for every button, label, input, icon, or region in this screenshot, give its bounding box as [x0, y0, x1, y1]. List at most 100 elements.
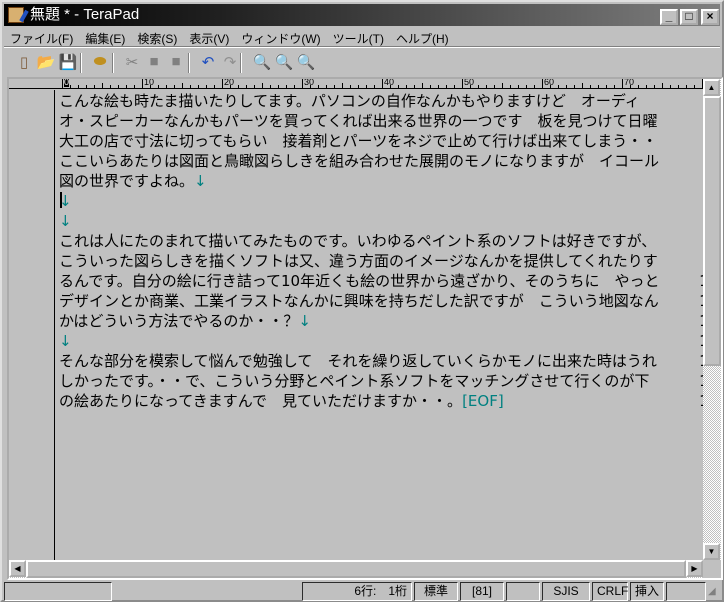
vertical-scrollbar[interactable]: ▲ ▼ — [703, 79, 721, 560]
ruler-tick — [622, 79, 623, 88]
print-icon[interactable]: ⬬ — [90, 53, 110, 73]
menu-item[interactable]: ツール(T) — [327, 27, 390, 47]
scroll-right-button[interactable]: ▶ — [686, 560, 703, 577]
status-newline: CRLF — [592, 582, 628, 601]
ruler-tick — [246, 85, 247, 88]
save-icon[interactable]: 💾 — [58, 53, 78, 73]
text-line[interactable]: 大工の店で寸法に切ってもらい 接着剤とパーツをネジで止めて行けば出来てしまう・・ — [59, 131, 702, 151]
title-bar: 無題 * - TeraPad _ □ × — [4, 4, 720, 26]
ruler-label: 50 — [464, 79, 475, 87]
maximize-button[interactable]: □ — [680, 9, 698, 25]
ruler-tick — [542, 79, 543, 88]
linefeed-icon: ↓ — [59, 332, 72, 350]
ruler-tick — [534, 85, 535, 88]
scroll-down-button[interactable]: ▼ — [703, 543, 720, 560]
terapad-app-icon[interactable] — [8, 7, 24, 23]
ruler-tick — [350, 85, 351, 88]
cut-icon[interactable]: ✂ — [122, 53, 142, 73]
scroll-up-button[interactable]: ▲ — [703, 79, 720, 96]
text-line[interactable]: オ・スピーカーなんかもパーツを買ってくれば出来る世界の一つです 板を見つけて日曜 — [59, 111, 702, 131]
vertical-scroll-thumb[interactable] — [703, 96, 721, 366]
horizontal-scroll-thumb[interactable] — [26, 560, 686, 578]
ruler-tick — [278, 85, 279, 88]
ruler-tick — [70, 85, 71, 88]
text-line[interactable]: の絵あたりになってきますんで 見ていただけますか・・。[EOF] — [59, 391, 702, 411]
text-line[interactable]: こんな絵も時たま描いたりしてます。パソコンの自作なんかもやりますけど オーディ — [59, 91, 702, 111]
ruler-tick — [462, 79, 463, 88]
find-next-icon[interactable]: 🔍 — [296, 53, 316, 73]
paste-icon[interactable]: ■ — [166, 53, 186, 73]
ruler-tick — [558, 85, 559, 88]
menu-item[interactable]: 編集(E) — [79, 27, 131, 47]
ruler-tick — [414, 85, 415, 88]
text-line[interactable]: かはどういう方法でやるのか・・？↓ — [59, 311, 702, 331]
ruler-label: 10 — [144, 79, 155, 87]
copy-icon[interactable]: ■ — [144, 53, 164, 73]
terapad-window: 無題 * - TeraPad _ □ × ファイル(F) 編集(E) 検索(S) 表示… — [0, 0, 724, 602]
menu-item[interactable]: ウィンドウ(W) — [235, 27, 326, 47]
ruler-label: 40 — [384, 79, 395, 87]
text-line[interactable]: るんです。自分の絵に行き詰って10年近くも絵の世界から遠ざかり、そのうちに やっ… — [59, 271, 702, 291]
redo-icon[interactable]: ↷ — [220, 53, 240, 73]
open-folder-icon[interactable]: 📂 — [36, 53, 56, 73]
line-number-gutter — [9, 90, 55, 560]
ruler-tick — [118, 85, 119, 88]
ruler-tick — [190, 85, 191, 88]
ruler-tick — [446, 85, 447, 88]
text-line[interactable]: デザインとか商業、工業イラストなんかに興味を持ちだした訳ですが こういう地図なん — [59, 291, 702, 311]
ruler-tick — [430, 85, 431, 88]
line-text: 図の世界ですよね。 — [59, 172, 195, 190]
text-line[interactable]: そんな部分を模索して悩んで勉強して それを繰り返していくらかモノに出来た時はうれ — [59, 351, 702, 371]
toolbar-separator — [188, 53, 190, 73]
ruler-tick — [174, 85, 175, 88]
line-text: オ・スピーカーなんかもパーツを買ってくれば出来る世界の一つです 板を見つけて日曜 — [59, 112, 658, 130]
text-line[interactable]: これは人にたのまれて描いてみたものです。いわゆるペイント系のソフトは好きですが、 — [59, 231, 702, 251]
window-title: 無題 * - TeraPad — [30, 6, 140, 23]
ruler-tick — [318, 85, 319, 88]
line-text: 大工の店で寸法に切ってもらい 接着剤とパーツをネジで止めて行けば出来てしまう・・ — [59, 132, 658, 150]
find-icon[interactable]: 🔍 — [252, 53, 272, 73]
ruler-tick — [166, 85, 167, 88]
horizontal-scrollbar[interactable]: ◀ ▶ — [9, 560, 703, 578]
menu-item[interactable]: 検索(S) — [131, 27, 183, 47]
ruler-tick — [294, 85, 295, 88]
ruler-tick — [374, 85, 375, 88]
ruler-tick — [126, 85, 127, 88]
text-line[interactable]: ↓ — [59, 331, 702, 351]
find-prev-icon[interactable]: 🔍 — [274, 53, 294, 73]
undo-icon[interactable]: ↶ — [198, 53, 218, 73]
ruler-tick — [286, 85, 287, 88]
ruler-tick — [110, 85, 111, 88]
text-caret — [60, 192, 62, 208]
resize-grip-icon[interactable]: ◢ — [708, 586, 716, 597]
ruler-tick — [78, 85, 79, 88]
menu-item[interactable]: ヘルプ(H) — [390, 27, 455, 47]
text-line[interactable]: しかったです。・・で、こういう分野とペイント系ソフトをマッチングさせて行くのが下 — [59, 371, 702, 391]
ruler-tick — [222, 79, 223, 88]
ruler-tick — [382, 79, 383, 88]
text-line[interactable]: ↓ — [59, 191, 702, 211]
text-line[interactable]: こういった図らしきを描くソフトは又、違う方面のイメージなんかを提供してくれたりす — [59, 251, 702, 271]
text-line[interactable]: 図の世界ですよね。↓ — [59, 171, 702, 191]
ruler-tick — [598, 85, 599, 88]
menu-item[interactable]: 表示(V) — [183, 27, 235, 47]
new-file-icon[interactable]: ▯ — [14, 53, 34, 73]
ruler-tick — [262, 83, 263, 88]
menu-item[interactable]: ファイル(F) — [4, 27, 79, 47]
ruler-tick — [302, 79, 303, 88]
close-button[interactable]: × — [701, 9, 719, 25]
ruler-tick — [254, 85, 255, 88]
minimize-button[interactable]: _ — [660, 9, 678, 25]
ruler-tick — [478, 85, 479, 88]
ruler-tick — [590, 85, 591, 88]
text-line[interactable]: ここいらあたりは図面と鳥瞰図らしきを組み合わせた展開のモノになりますが イコール — [59, 151, 702, 171]
scroll-left-button[interactable]: ◀ — [9, 560, 26, 577]
ruler-tick — [502, 83, 503, 88]
toolbar-separator — [112, 53, 114, 73]
text-line[interactable]: ↓ — [59, 211, 702, 231]
ruler-tick — [366, 85, 367, 88]
ruler-tick — [94, 85, 95, 88]
editor[interactable]: 0102030405060708 1こんな絵も時たま描いたりしてます。パソコンの… — [7, 77, 723, 580]
ruler-tick — [102, 83, 103, 88]
status-blank — [506, 582, 540, 601]
